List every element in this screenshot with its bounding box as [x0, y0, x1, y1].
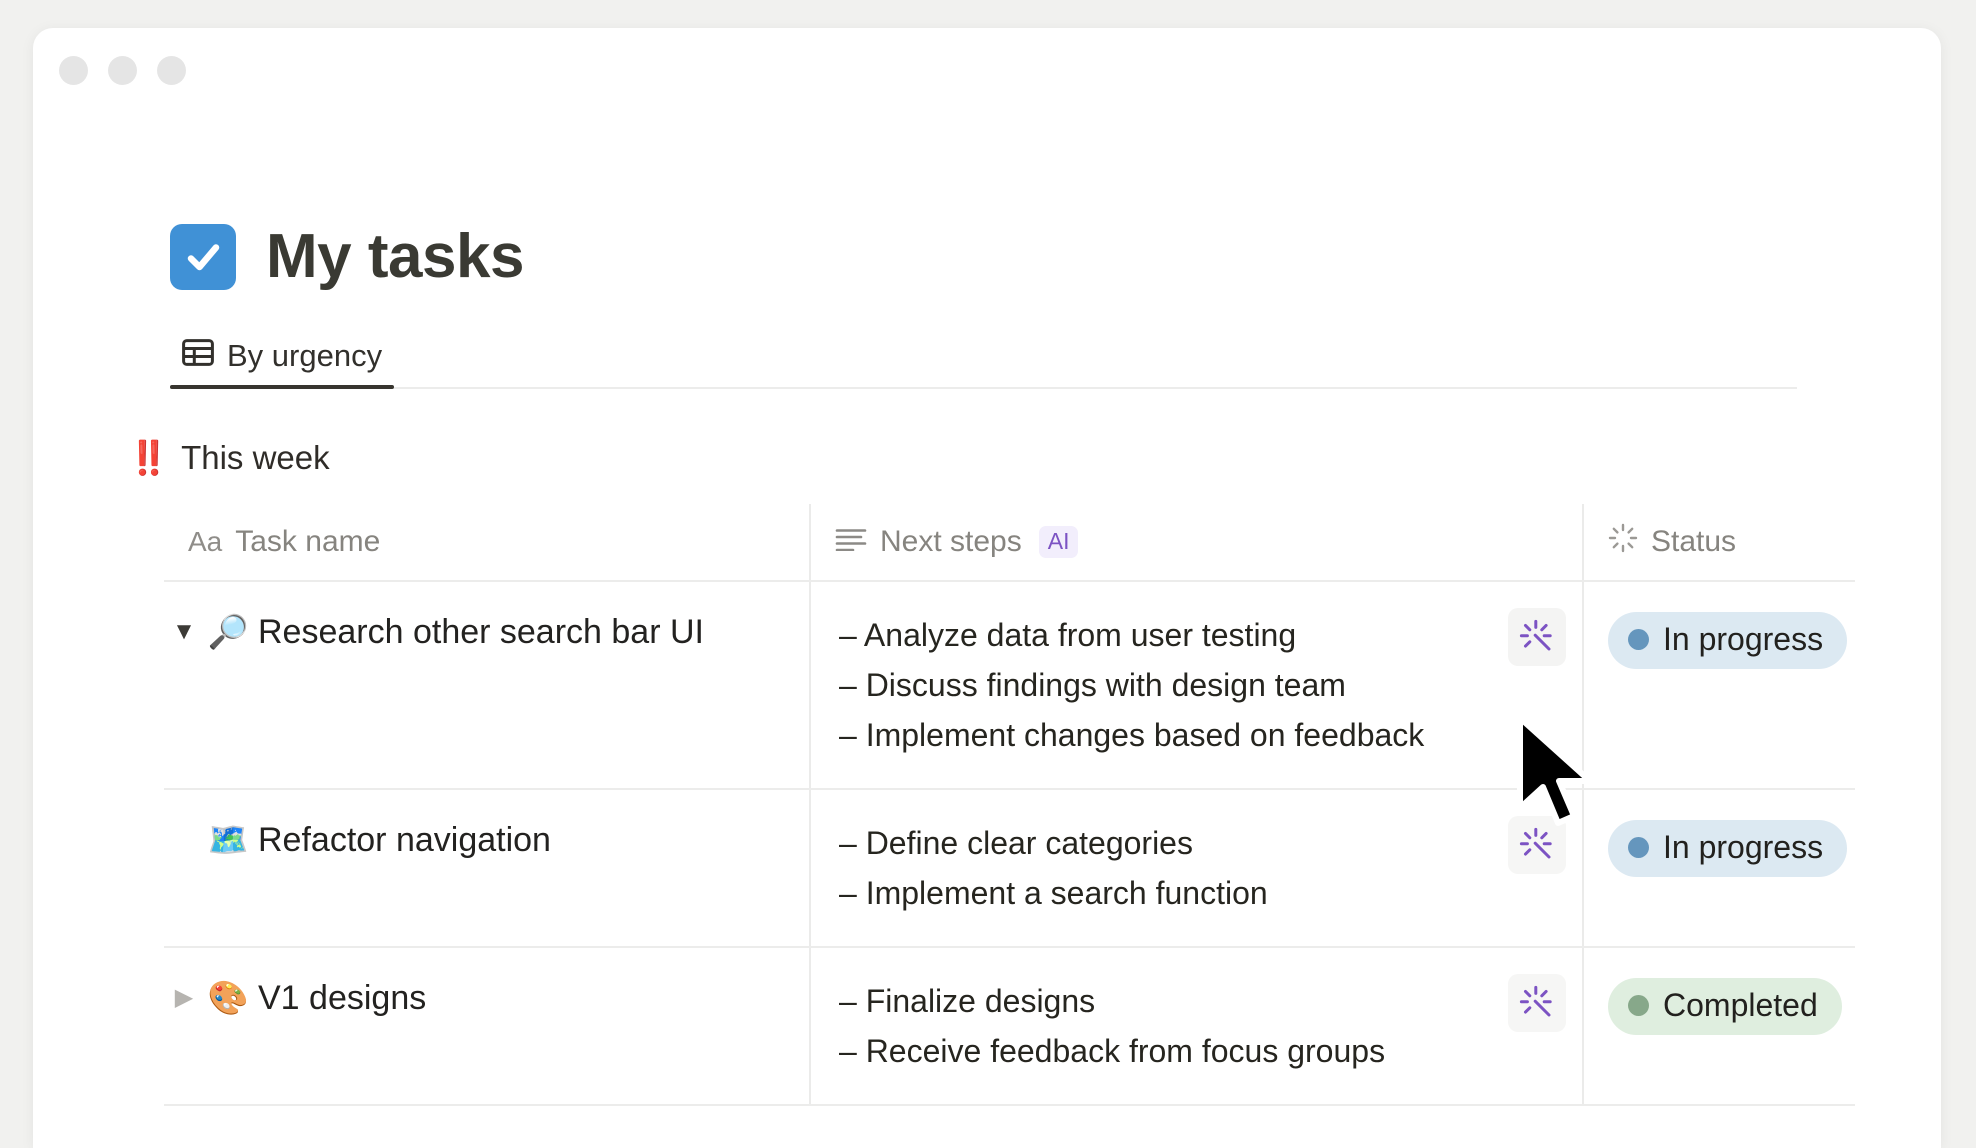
status-badge[interactable]: Completed — [1608, 978, 1842, 1035]
cell-task-name[interactable]: 🗺️ Refactor navigation — [164, 790, 809, 946]
group-name: This week — [181, 439, 330, 476]
cell-status[interactable]: Completed — [1584, 948, 1866, 1104]
ai-sparkle-button[interactable] — [1508, 608, 1566, 666]
table-grid-icon — [182, 338, 214, 372]
cell-task-name[interactable]: ▼ 🔎 Research other search bar UI — [164, 582, 809, 788]
status-dot-icon — [1628, 836, 1649, 858]
zoom-button[interactable] — [157, 56, 186, 85]
column-header-task-name[interactable]: Aa Task name — [164, 504, 809, 580]
view-tabs: By urgency — [33, 338, 1941, 389]
page-content: My tasks By urgency ‼️ This week Aa Task… — [33, 124, 1941, 1106]
page-title: My tasks — [266, 222, 524, 291]
status-burst-icon — [1608, 523, 1638, 561]
traffic-lights — [59, 56, 186, 85]
world-map-icon: 🗺️ — [207, 821, 249, 858]
task-title: Research other search bar UI — [258, 613, 704, 651]
cell-next-steps[interactable]: – Define clear categories – Implement a … — [809, 790, 1584, 946]
cell-next-steps[interactable]: – Analyze data from user testing – Discu… — [809, 582, 1584, 788]
table-row[interactable]: ▼ 🔎 Research other search bar UI – Analy… — [164, 582, 1855, 790]
status-label: In progress — [1663, 829, 1824, 865]
expand-toggle[interactable]: ▼ — [164, 610, 204, 654]
cell-task-name[interactable]: ▶ 🎨 V1 designs — [164, 948, 809, 1104]
status-dot-icon — [1628, 994, 1649, 1016]
task-title: V1 designs — [258, 979, 427, 1017]
table-header-row: Aa Task name Next steps AI Status — [164, 504, 1855, 582]
close-button[interactable] — [59, 56, 88, 85]
palette-icon: 🎨 — [207, 979, 249, 1016]
column-header-status[interactable]: Status — [1584, 504, 1855, 580]
minimize-button[interactable] — [108, 56, 137, 85]
tabs-divider — [170, 387, 1797, 389]
status-label: Completed — [1663, 987, 1818, 1023]
status-label: In progress — [1663, 621, 1824, 657]
column-label: Task name — [235, 525, 381, 558]
step-line: – Discuss findings with design team — [839, 667, 1346, 703]
step-line: – Implement changes based on feedback — [839, 717, 1425, 753]
blue-checkbox-icon[interactable] — [170, 224, 236, 290]
tab-label: By urgency — [227, 337, 383, 373]
app-window: My tasks By urgency ‼️ This week Aa Task… — [33, 28, 1941, 1148]
window-titlebar — [33, 28, 1941, 124]
ai-sparkle-button[interactable] — [1508, 974, 1566, 1032]
column-header-next-steps[interactable]: Next steps AI — [809, 504, 1584, 580]
cell-status[interactable]: In progress — [1584, 790, 1871, 946]
step-line: – Define clear categories — [839, 825, 1193, 861]
aa-text-icon: Aa — [188, 526, 223, 557]
table-row[interactable]: 🗺️ Refactor navigation – Define clear ca… — [164, 790, 1855, 948]
task-title: Refactor navigation — [258, 821, 551, 859]
ai-badge: AI — [1038, 526, 1079, 558]
tasks-table: Aa Task name Next steps AI Status ▼ 🔎 Re… — [164, 504, 1855, 1106]
text-lines-icon — [835, 525, 867, 559]
ai-sparkle-button[interactable] — [1508, 816, 1566, 874]
step-line: – Finalize designs — [839, 983, 1096, 1019]
expand-toggle[interactable]: ▶ — [164, 976, 204, 1020]
status-badge[interactable]: In progress — [1608, 612, 1848, 669]
table-row[interactable]: ▶ 🎨 V1 designs – Finalize designs – Rece… — [164, 948, 1855, 1106]
column-label: Status — [1651, 525, 1737, 558]
tab-by-urgency[interactable]: By urgency — [170, 337, 395, 389]
step-line: – Analyze data from user testing — [839, 617, 1297, 653]
page-header: My tasks — [33, 224, 1941, 290]
step-line: – Receive feedback from focus groups — [839, 1033, 1386, 1069]
magnifier-icon: 🔎 — [207, 613, 249, 650]
column-label: Next steps — [880, 525, 1022, 558]
group-header-this-week[interactable]: ‼️ This week — [33, 441, 1941, 474]
status-badge[interactable]: In progress — [1608, 820, 1848, 877]
double-exclamation-icon: ‼️ — [128, 439, 169, 476]
status-dot-icon — [1628, 628, 1649, 650]
step-line: – Implement a search function — [839, 875, 1268, 911]
cell-status[interactable]: In progress — [1584, 582, 1871, 788]
cell-next-steps[interactable]: – Finalize designs – Receive feedback fr… — [809, 948, 1584, 1104]
